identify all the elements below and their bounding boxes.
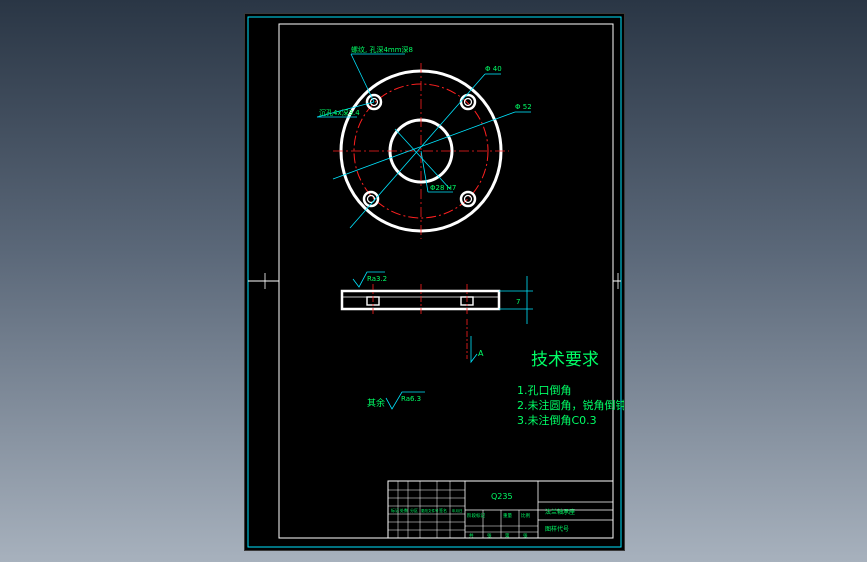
- tech-item-3: 3.未注倒角C0.3: [517, 413, 597, 427]
- bolt-hole-tr: [459, 93, 477, 111]
- outer-border: [247, 16, 622, 548]
- tb-sheet-no: 第: [505, 532, 510, 539]
- tech-item-2: 2.未注圆角，锐角倒钝: [517, 398, 624, 412]
- tb-cell-count: 处数: [400, 507, 408, 513]
- remaining-roughness-value: Ra6.3: [401, 395, 421, 403]
- tb-material: Q235: [491, 492, 513, 501]
- tb-weight: 重量: [503, 512, 512, 519]
- dia-40-label: Φ 40: [485, 65, 502, 73]
- tb-cell-mark: 标记: [391, 507, 399, 513]
- thread-note: 螺纹, 孔深4mm深8: [351, 45, 413, 54]
- thickness-label: 7: [516, 298, 520, 306]
- tb-drawing-no: 图样代号: [545, 525, 569, 533]
- tb-stage: 阶段标记: [467, 512, 485, 519]
- inner-border: [278, 23, 614, 539]
- tb-sheets: 张: [487, 532, 492, 539]
- section-mark: A: [478, 349, 484, 358]
- tech-title: 技术要求: [531, 350, 599, 370]
- counterbore-note: 沉孔4x深3.4: [319, 108, 360, 117]
- cad-drawing: 螺纹, 孔深4mm深8 沉孔4x深3.4 Φ 40 Φ 52 Φ28 H7 Ra…: [247, 16, 624, 548]
- remaining-label: 其余: [367, 397, 385, 409]
- top-view: 螺纹, 孔深4mm深8 沉孔4x深3.4 Φ 40 Φ 52 Φ28 H7: [316, 45, 532, 239]
- tb-part-name: 法兰轴承座: [545, 508, 575, 516]
- tb-scale: 比例: [521, 512, 530, 519]
- title-block: 标记 处数 分区 更改文件号 签名 年月日 Q235 阶段标记 重量 比例 共 …: [387, 480, 614, 539]
- drawing-sheet: 螺纹, 孔深4mm深8 沉孔4x深3.4 Φ 40 Φ 52 Φ28 H7 Ra…: [244, 13, 625, 551]
- bore-label: Φ28 H7: [430, 184, 456, 192]
- tb-total: 共: [469, 532, 474, 539]
- side-roughness: Ra3.2: [367, 275, 387, 283]
- tb-cell-change: 更改文件号: [421, 508, 439, 513]
- section-outline: [340, 289, 501, 311]
- tb-cell-sign: 签名: [439, 507, 447, 513]
- tb-cell-date: 年月日: [452, 508, 463, 513]
- tech-item-1: 1.孔口倒角: [517, 384, 572, 397]
- dia-52-label: Φ 52: [515, 103, 532, 111]
- tech-requirements: 技术要求 1.孔口倒角 2.未注圆角，锐角倒钝 3.未注倒角C0.3: [517, 350, 624, 427]
- remaining-roughness: 其余 Ra6.3: [367, 391, 425, 410]
- bolt-hole-br: [459, 190, 477, 208]
- side-view: Ra3.2 7 A: [340, 271, 533, 364]
- tb-cell-zone: 分区: [410, 507, 418, 513]
- tb-sheet: 张: [523, 532, 528, 539]
